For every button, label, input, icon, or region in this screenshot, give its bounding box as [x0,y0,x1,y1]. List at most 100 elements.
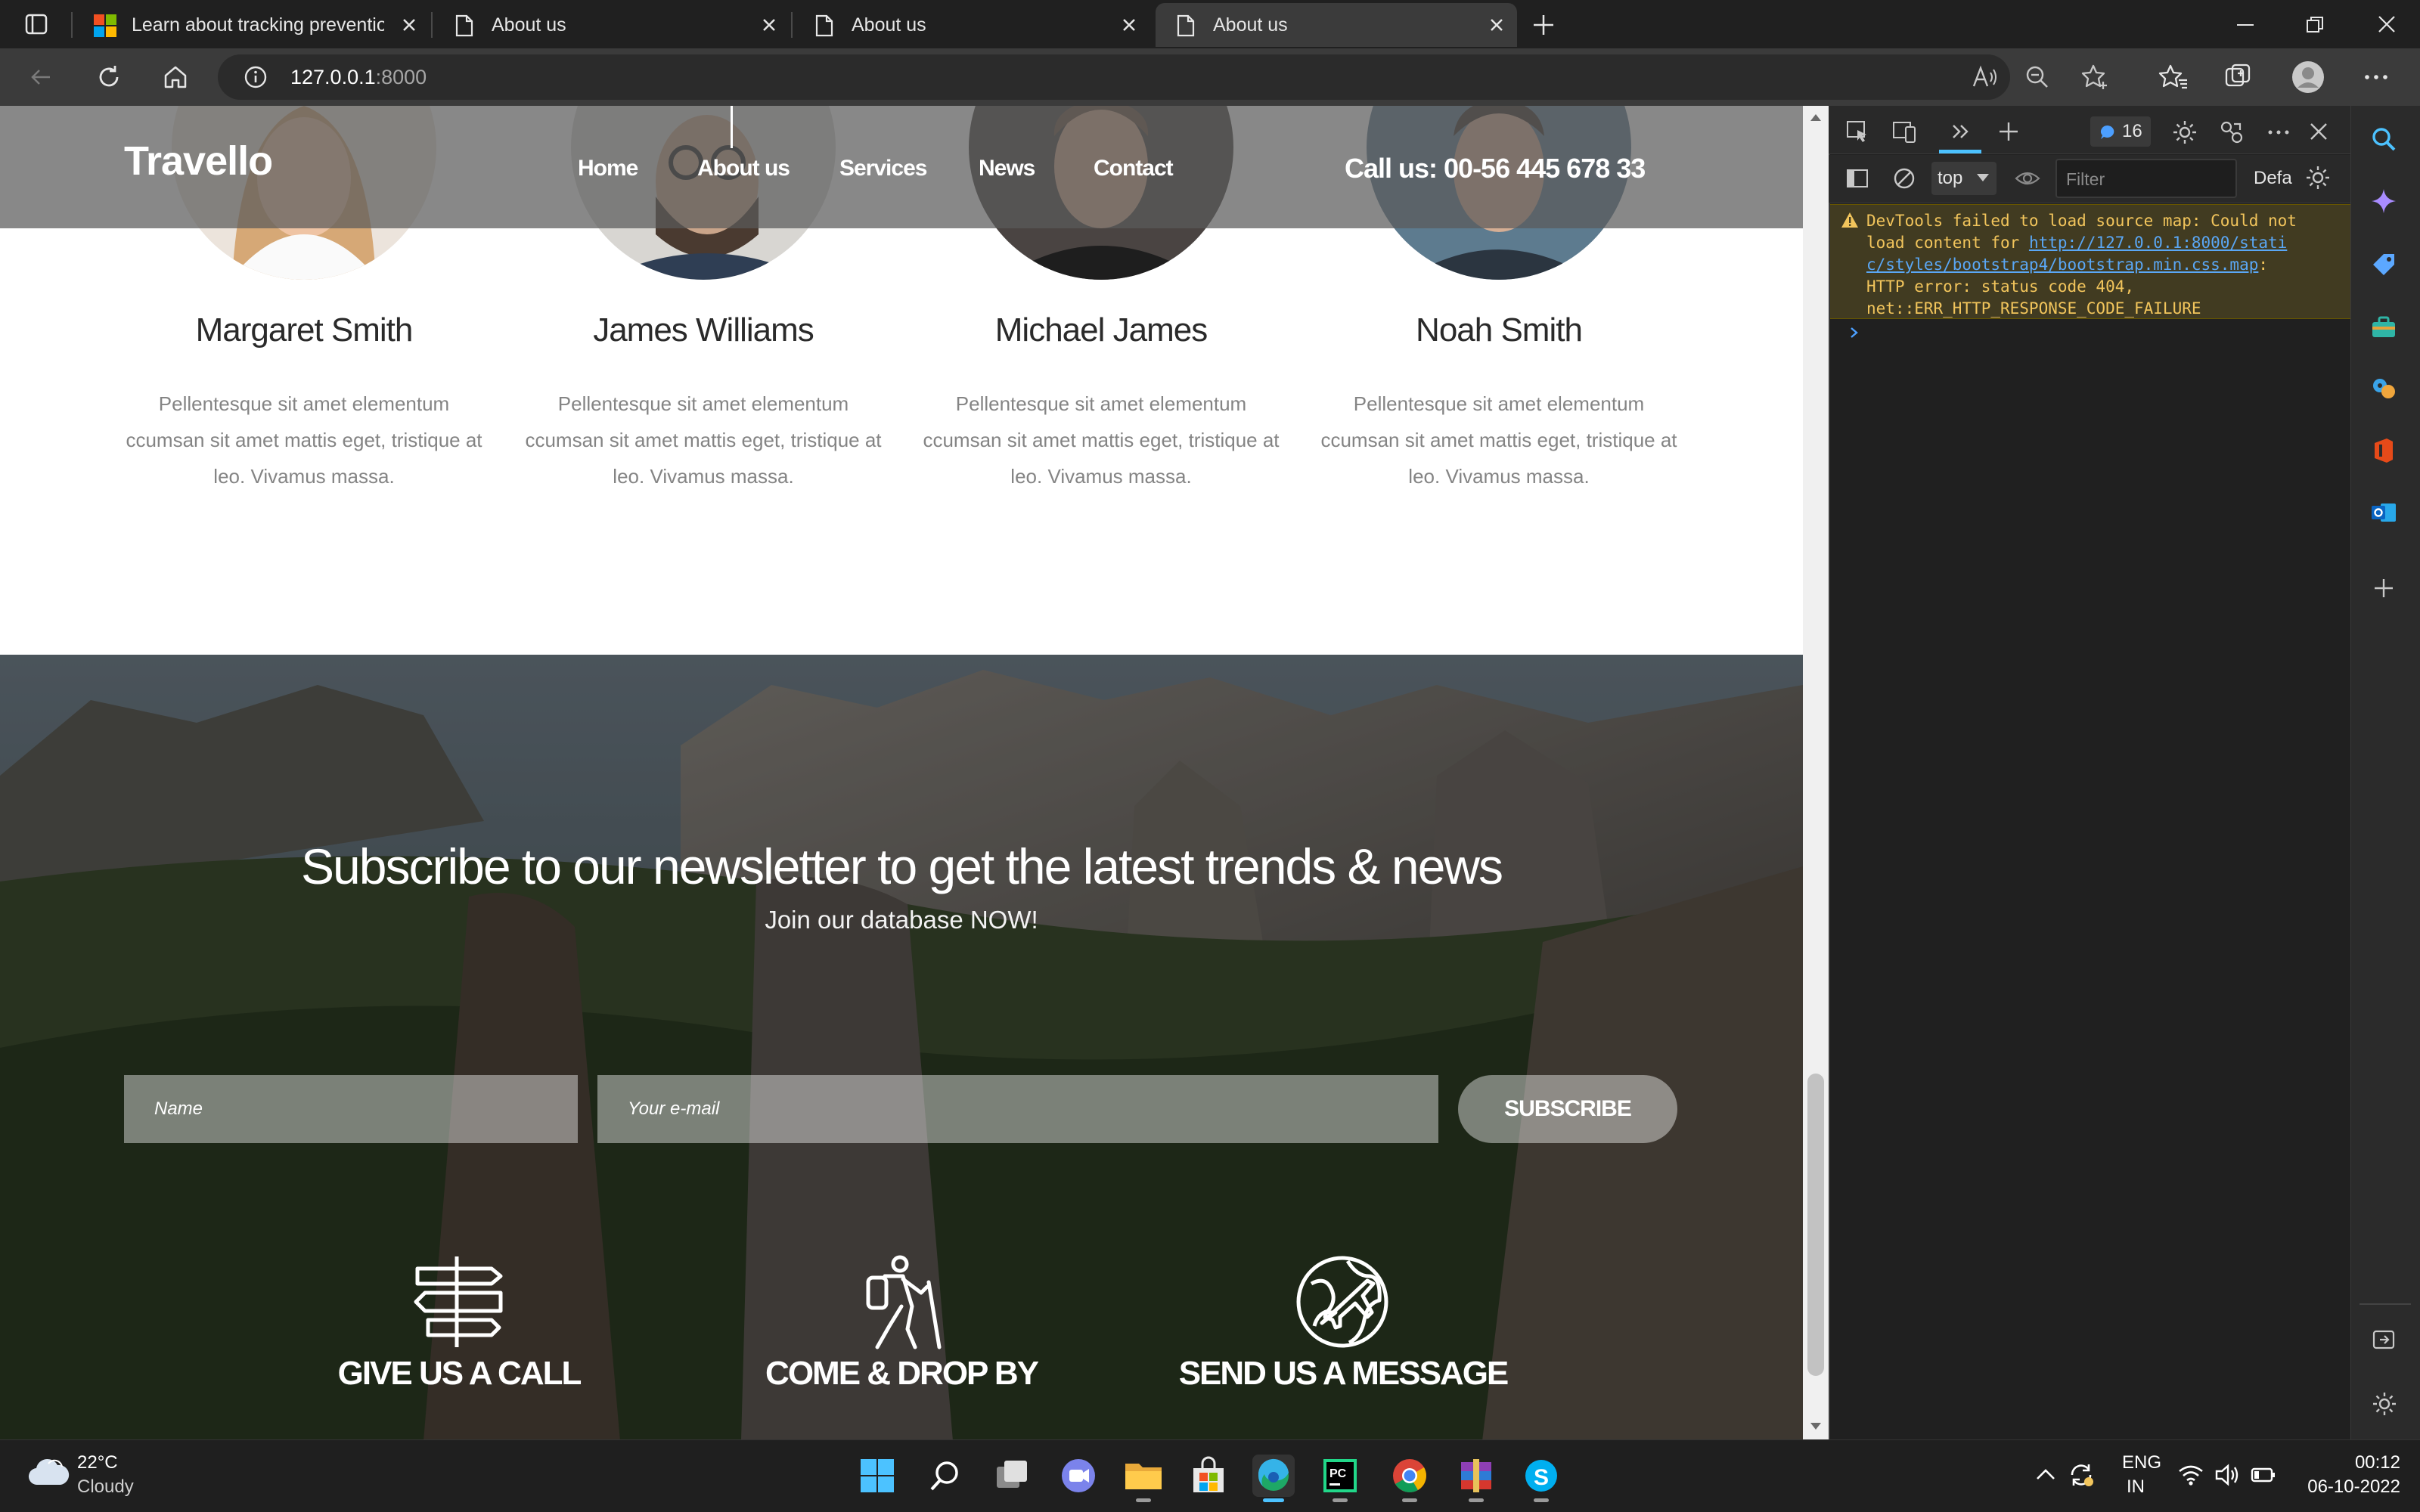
tools-icon[interactable] [2370,313,2397,340]
nav-home[interactable]: Home [578,156,638,181]
active-app-indicator [1263,1498,1284,1502]
team-desc-margaret: Pellentesque sit amet elementum ccumsan … [126,392,482,488]
weather-desc[interactable]: Cloudy [77,1476,134,1498]
sync-icon[interactable] [2068,1462,2095,1488]
nav-contact[interactable]: Contact [1094,156,1174,181]
minimize-icon[interactable] [2234,14,2257,36]
feature-send-us-a-message: SEND US A MESSAGE [1178,1355,1509,1392]
url-port: :8000 [375,66,427,88]
clock-date[interactable]: 06-10-2022 [2299,1476,2400,1498]
nav-news[interactable]: News [979,156,1035,181]
add-favorite-icon[interactable] [2080,62,2110,92]
sidebar-toggle-icon[interactable] [1845,166,1869,191]
team-name-james: James Williams [593,311,814,349]
tab-about-us-active[interactable]: About us [1156,3,1517,47]
refresh-icon[interactable] [94,62,124,92]
more-tools-icon[interactable] [1948,119,1972,144]
clear-console-icon[interactable] [1892,166,1916,191]
running-indicator [1469,1498,1484,1502]
games-icon[interactable] [2370,375,2397,402]
pycharm-icon[interactable]: PC [1319,1455,1361,1497]
close-icon[interactable] [759,15,779,35]
add-panel-icon[interactable] [1996,119,2021,144]
edge-browser-icon[interactable] [1252,1455,1295,1497]
show-hidden-icons-icon[interactable] [2034,1465,2057,1485]
region-indicator[interactable]: IN [2127,1476,2145,1498]
close-icon[interactable] [1487,15,1506,35]
devtools-more-icon[interactable] [2266,119,2291,145]
clock-time[interactable]: 00:12 [2335,1452,2400,1474]
connect-icon[interactable] [2219,119,2245,145]
back-icon[interactable] [27,64,54,91]
file-explorer-icon[interactable] [1122,1455,1165,1497]
live-expression-icon[interactable] [2015,166,2040,191]
device-emulation-icon[interactable] [1892,119,1918,144]
tab-about-us-1[interactable]: About us [434,3,790,47]
teams-chat-icon[interactable] [1057,1455,1100,1497]
svg-text:PC: PC [1329,1467,1347,1480]
read-aloud-icon[interactable] [1971,64,1998,91]
subscribe-button[interactable]: SUBSCRIBE [1458,1075,1677,1143]
site-info-icon[interactable] [244,65,268,89]
taskbar-search-icon[interactable] [924,1455,966,1497]
running-indicator [1136,1498,1151,1502]
collections-icon[interactable] [2223,62,2254,92]
scroll-up-icon[interactable] [1809,112,1823,122]
email-input[interactable]: Your e-mail [597,1075,1438,1143]
new-tab-icon[interactable] [1531,12,1556,38]
tab-actions-icon[interactable] [24,12,48,36]
scroll-down-icon[interactable] [1809,1421,1823,1432]
copilot-icon[interactable] [2370,187,2397,215]
url-text[interactable]: 127.0.0.1:8000 [290,64,427,91]
close-icon[interactable] [1119,15,1139,35]
windows-start-icon[interactable] [856,1455,898,1497]
console-settings-icon[interactable] [2305,165,2331,191]
zoom-out-icon[interactable] [2024,64,2051,91]
outlook-icon[interactable] [2370,499,2397,526]
nav-services[interactable]: Services [839,156,927,181]
close-icon[interactable] [399,15,419,35]
site-logo[interactable]: Travello [124,138,273,184]
source-map-link[interactable]: http://127.0.0.1:8000/stati [2029,234,2287,252]
microsoft-store-icon[interactable] [1187,1455,1230,1497]
profile-avatar-icon[interactable] [2291,60,2325,94]
weather-temp[interactable]: 22°C [77,1452,118,1474]
name-input[interactable]: Name [124,1075,578,1143]
skype-icon[interactable]: S [1520,1455,1562,1497]
console-prompt-icon[interactable] [1848,325,1860,340]
inspect-element-icon[interactable] [1845,119,1869,144]
tab-about-us-2[interactable]: About us [794,3,1150,47]
wifi-icon[interactable] [2178,1464,2204,1486]
favorites-icon[interactable] [2158,62,2189,92]
close-window-icon[interactable] [2375,12,2399,36]
source-map-link-cont[interactable]: c/styles/bootstrap4/bootstrap.min.css.ma… [1866,256,2258,274]
restore-icon[interactable] [2304,14,2326,36]
cloudy-weather-icon[interactable] [27,1456,70,1489]
battery-icon[interactable] [2251,1465,2276,1485]
page-icon [454,14,475,37]
team-name-margaret: Margaret Smith [195,311,414,349]
more-menu-icon[interactable] [2363,64,2390,91]
tab-title: Learn about tracking prevention [132,14,384,36]
active-panel-indicator [1939,150,1981,153]
search-icon[interactable] [2370,125,2397,153]
nav-about-us[interactable]: About us [697,156,790,181]
language-indicator[interactable]: ENG [2122,1452,2161,1474]
task-view-icon[interactable] [991,1455,1033,1497]
office-icon[interactable] [2370,437,2397,464]
address-bar[interactable] [218,54,2010,100]
shopping-tag-icon[interactable] [2370,251,2397,278]
devtools-settings-icon[interactable] [2172,119,2198,145]
newsletter-subline: Join our database NOW! [765,906,1038,934]
hide-sidebar-icon[interactable] [2372,1328,2396,1352]
chrome-icon[interactable] [1388,1455,1431,1497]
home-icon[interactable] [160,62,191,92]
devtools-close-icon[interactable] [2307,119,2331,144]
log-levels-dropdown[interactable]: Defa [2254,168,2292,189]
sidebar-settings-icon[interactable] [2372,1391,2397,1417]
tab-tracking-prevention[interactable]: Learn about tracking prevention [74,3,430,47]
scrollbar-thumb[interactable] [1807,1074,1824,1376]
winrar-icon[interactable] [1455,1455,1497,1497]
add-sidebar-item-icon[interactable] [2372,576,2396,600]
volume-icon[interactable] [2214,1464,2242,1486]
